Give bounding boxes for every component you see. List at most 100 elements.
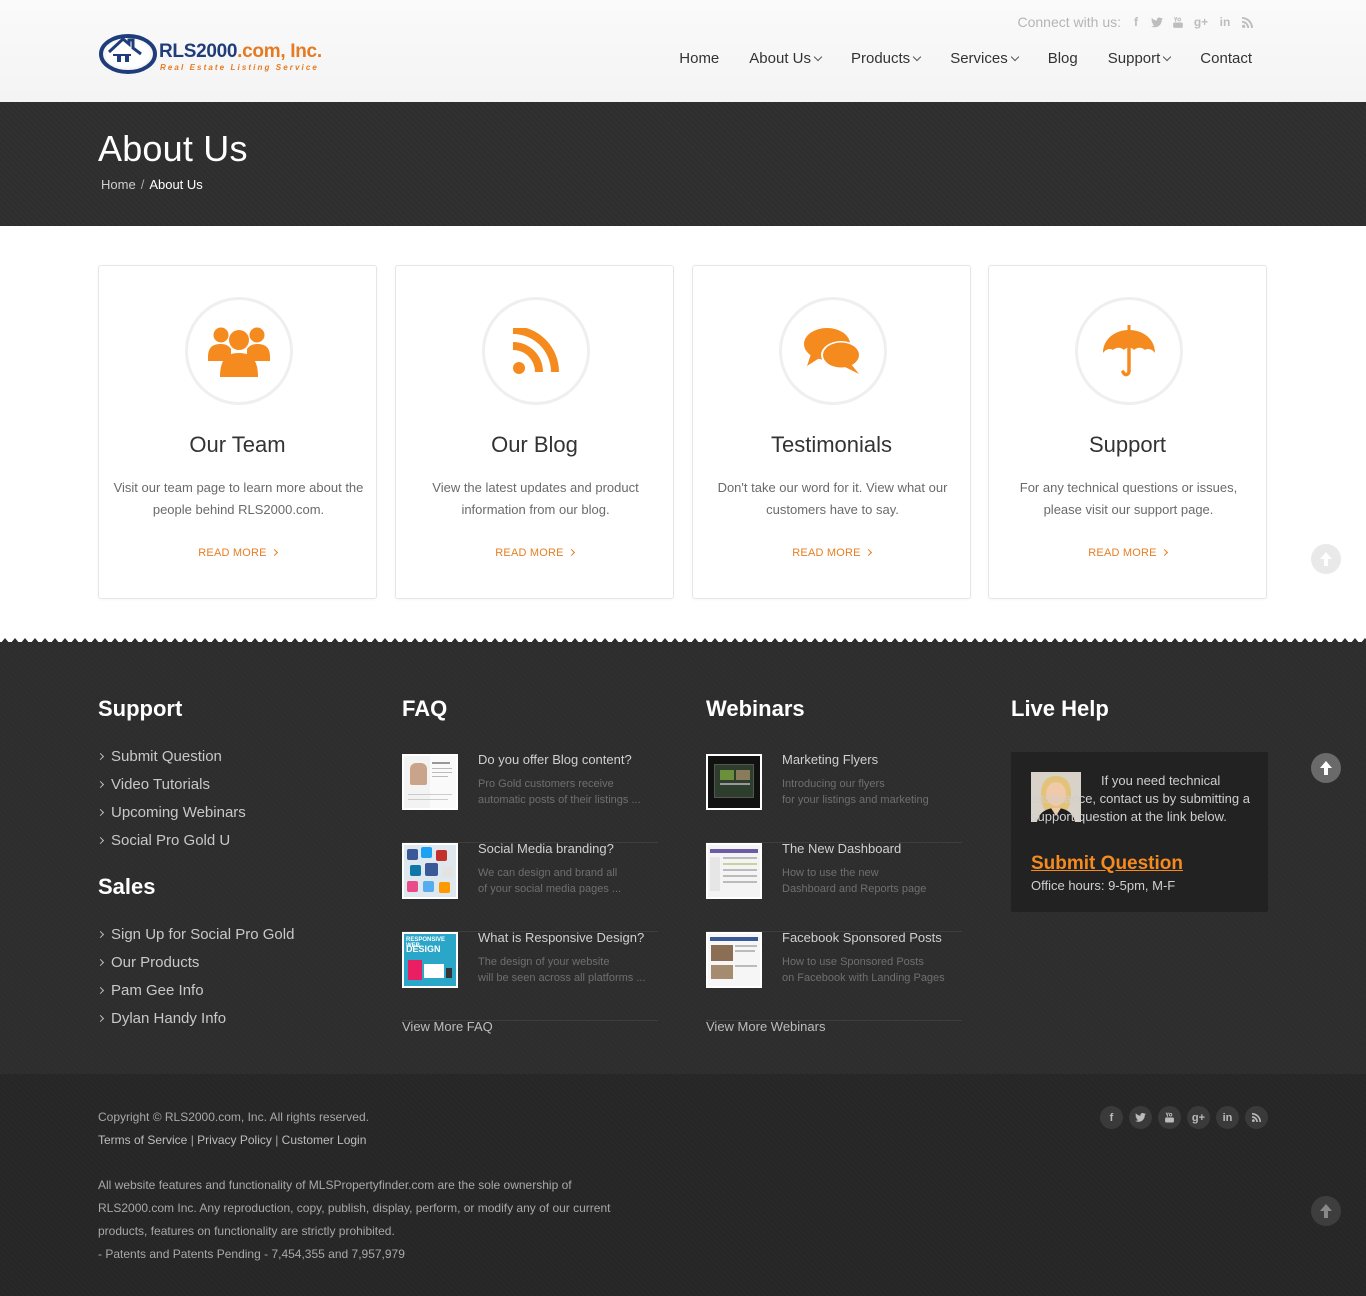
office-hours: Office hours: 9-5pm, M-F bbox=[1031, 878, 1176, 893]
chevron-right-icon bbox=[1160, 548, 1168, 557]
footer-link[interactable]: Submit Question bbox=[96, 742, 246, 770]
linkedin-icon[interactable]: in bbox=[1216, 1106, 1239, 1129]
patent-notice: - Patents and Patents Pending - 7,454,35… bbox=[98, 1247, 405, 1261]
post-title: Facebook Sponsored Posts bbox=[782, 930, 942, 945]
card-icon-circle bbox=[185, 297, 293, 405]
read-more-link[interactable]: READ MORE bbox=[396, 547, 673, 559]
footer-link[interactable]: Our Products bbox=[96, 948, 294, 976]
footer-link[interactable]: Dylan Handy Info bbox=[96, 1004, 294, 1032]
webinar-post[interactable]: Facebook Sponsored Posts How to use Spon… bbox=[706, 930, 962, 1021]
chevron-right-icon bbox=[96, 808, 105, 816]
logo-house-icon bbox=[99, 34, 157, 74]
chevron-down-icon bbox=[1163, 52, 1172, 61]
footer-link[interactable]: Pam Gee Info bbox=[96, 976, 294, 1004]
nav-about-us[interactable]: About Us bbox=[749, 50, 823, 67]
read-more-link[interactable]: READ MORE bbox=[989, 547, 1266, 559]
footer-social-links: f g+ in bbox=[1100, 1106, 1268, 1129]
sales-links: Sign Up for Social Pro Gold Our Products… bbox=[96, 920, 295, 1032]
main-nav: Home About Us Products Services Blog Sup… bbox=[649, 50, 1252, 67]
read-more-label: READ MORE bbox=[1088, 547, 1157, 559]
nav-label: About Us bbox=[749, 50, 811, 67]
nav-home[interactable]: Home bbox=[679, 50, 719, 67]
footer-link-label: Upcoming Webinars bbox=[111, 803, 246, 821]
terms-of-service-link[interactable]: Terms of Service bbox=[98, 1133, 187, 1147]
webinar-post[interactable]: The New Dashboard How to use the new Das… bbox=[706, 841, 962, 932]
read-more-link[interactable]: READ MORE bbox=[99, 547, 376, 559]
card-description: For any technical questions or issues, p… bbox=[1019, 480, 1238, 517]
card-our-team: Our Team Visit our team page to learn mo… bbox=[98, 265, 377, 599]
live-help-box: If you need technical assistance, contac… bbox=[1011, 752, 1268, 912]
breadcrumb-current: About Us bbox=[149, 177, 203, 192]
umbrella-icon bbox=[1103, 325, 1155, 377]
card-title: Testimonials bbox=[770, 432, 893, 457]
youtube-icon[interactable] bbox=[1158, 1106, 1181, 1129]
view-more-faq-link[interactable]: View More FAQ bbox=[402, 1019, 493, 1034]
footer-support-title: Support bbox=[98, 696, 183, 721]
post-title: Do you offer Blog content? bbox=[478, 752, 632, 767]
read-more-link[interactable]: READ MORE bbox=[693, 547, 970, 559]
post-thumbnail bbox=[706, 843, 762, 899]
google-plus-icon[interactable]: g+ bbox=[1187, 1106, 1210, 1129]
chevron-right-icon bbox=[96, 1014, 105, 1022]
faq-post[interactable]: RESPONSIVE WEB DESIGN What is Responsive… bbox=[402, 930, 658, 1021]
twitter-icon[interactable] bbox=[1129, 1106, 1152, 1129]
footer-live-help-title: Live Help bbox=[1011, 696, 1109, 721]
nav-products[interactable]: Products bbox=[851, 50, 922, 67]
twitter-icon[interactable] bbox=[1151, 15, 1163, 29]
post-title: Social Media branding? bbox=[478, 841, 614, 856]
nav-services[interactable]: Services bbox=[950, 50, 1019, 67]
post-title: What is Responsive Design? bbox=[478, 930, 645, 945]
nav-label: Services bbox=[950, 50, 1008, 67]
nav-blog[interactable]: Blog bbox=[1048, 50, 1078, 67]
chevron-down-icon bbox=[912, 52, 922, 61]
post-thumbnail bbox=[706, 754, 762, 810]
customer-login-link[interactable]: Customer Login bbox=[282, 1133, 367, 1147]
copyright-text: Copyright © RLS2000.com, Inc. All rights… bbox=[98, 1110, 369, 1124]
card-icon-circle bbox=[779, 297, 887, 405]
nav-support[interactable]: Support bbox=[1108, 50, 1172, 67]
scroll-to-top-button[interactable] bbox=[1311, 544, 1341, 574]
scroll-to-top-button[interactable] bbox=[1311, 753, 1341, 783]
facebook-icon[interactable]: f bbox=[1130, 15, 1142, 29]
read-more-label: READ MORE bbox=[198, 547, 267, 559]
footer-link[interactable]: Upcoming Webinars bbox=[96, 798, 246, 826]
facebook-icon[interactable]: f bbox=[1100, 1106, 1123, 1129]
post-thumbnail: RESPONSIVE WEB DESIGN bbox=[402, 932, 458, 988]
footer-link-label: Sign Up for Social Pro Gold bbox=[111, 925, 295, 943]
logo-tagline: Real Estate Listing Service bbox=[160, 63, 319, 72]
arrow-up-icon bbox=[1320, 761, 1332, 775]
footer-link[interactable]: Social Pro Gold U bbox=[96, 826, 246, 854]
breadcrumb-home[interactable]: Home bbox=[101, 177, 136, 192]
rss-icon[interactable] bbox=[1245, 1106, 1268, 1129]
chevron-right-icon bbox=[96, 780, 105, 788]
chevron-right-icon bbox=[96, 836, 105, 844]
rss-icon[interactable] bbox=[1241, 15, 1253, 29]
live-help-text: If you need technical assistance, contac… bbox=[1031, 773, 1250, 824]
breadcrumb-separator: / bbox=[140, 177, 145, 192]
google-plus-icon[interactable]: g+ bbox=[1193, 15, 1209, 29]
webinar-post[interactable]: Marketing Flyers Introducing our flyers … bbox=[706, 752, 962, 843]
arrow-up-icon bbox=[1320, 1204, 1332, 1218]
footer-link[interactable]: Video Tutorials bbox=[96, 770, 246, 798]
footer-sales-title: Sales bbox=[98, 874, 156, 899]
card-description: Visit our team page to learn more about … bbox=[113, 480, 364, 517]
nav-contact[interactable]: Contact bbox=[1200, 50, 1252, 67]
site-logo[interactable]: RLS2000.com, Inc. Real Estate Listing Se… bbox=[99, 30, 329, 76]
linkedin-icon[interactable]: in bbox=[1218, 15, 1232, 29]
youtube-icon[interactable] bbox=[1172, 15, 1184, 29]
chevron-right-icon bbox=[864, 548, 872, 557]
post-excerpt: The design of your website will be seen … bbox=[478, 956, 646, 984]
faq-post[interactable]: Do you offer Blog content? Pro Gold cust… bbox=[402, 752, 658, 843]
privacy-policy-link[interactable]: Privacy Policy bbox=[197, 1133, 272, 1147]
footer-link[interactable]: Sign Up for Social Pro Gold bbox=[96, 920, 295, 948]
feature-cards: Our Team Visit our team page to learn mo… bbox=[98, 265, 1268, 599]
post-thumbnail bbox=[402, 754, 458, 810]
chevron-right-icon bbox=[96, 930, 105, 938]
nav-label: Blog bbox=[1047, 50, 1078, 67]
submit-question-link[interactable]: Submit Question bbox=[1031, 853, 1183, 875]
read-more-label: READ MORE bbox=[792, 547, 861, 559]
faq-post[interactable]: Social Media branding? We can design and… bbox=[402, 841, 658, 932]
post-thumbnail bbox=[402, 843, 458, 899]
scroll-to-top-button[interactable] bbox=[1311, 1196, 1341, 1226]
view-more-webinars-link[interactable]: View More Webinars bbox=[706, 1019, 825, 1034]
